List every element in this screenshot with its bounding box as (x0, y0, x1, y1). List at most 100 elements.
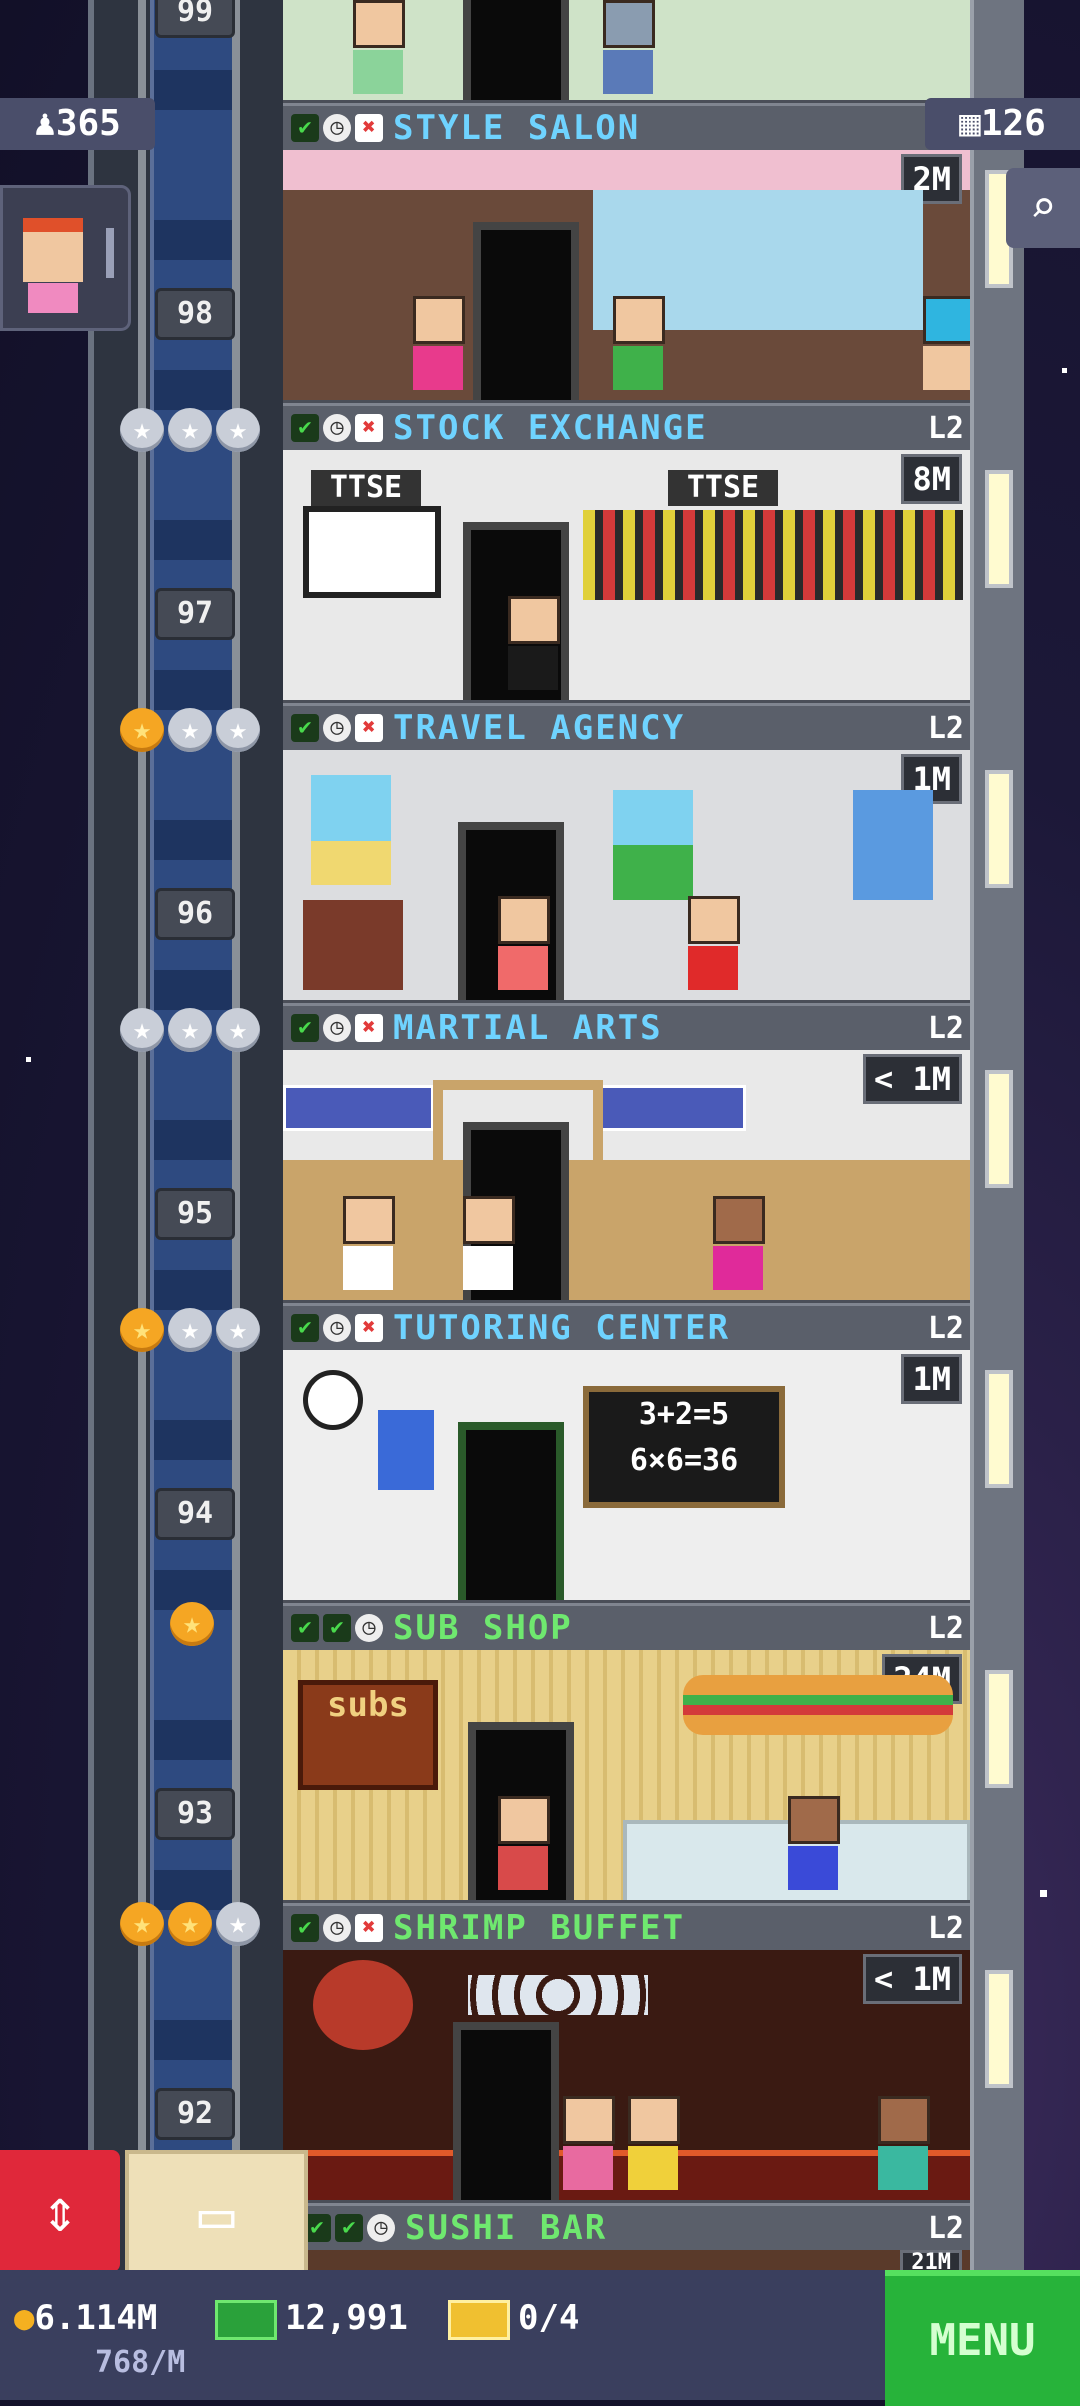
star-icon: ★ (120, 1308, 164, 1352)
clock-icon: ◷ (367, 2214, 395, 2242)
search-button[interactable]: ⌕ (1006, 168, 1080, 248)
floor-level: L2 (927, 710, 964, 746)
star-icon: ★ (170, 1602, 214, 1646)
floors-counter[interactable]: ▦126 (925, 98, 1080, 150)
floor-number: 92 (155, 2088, 235, 2140)
star-icon: ★ (120, 1008, 164, 1052)
star-icon: ★ (168, 708, 212, 752)
travel-poster (613, 790, 693, 900)
floor-level: L2 (927, 1310, 964, 1346)
chalkboard: 3+2=5 6×6=36 (583, 1386, 785, 1508)
floor-header-stock-exchange[interactable]: ✔ ◷ ✖ STOCK EXCHANGE L2 (283, 403, 970, 453)
clock-icon: ◷ (323, 114, 351, 142)
star-icon: ★ (168, 1008, 212, 1052)
floor-header-travel-agency[interactable]: ✔ ◷ ✖ TRAVEL AGENCY L2 (283, 703, 970, 753)
floor-name: MARTIAL ARTS (393, 1008, 663, 1048)
bridge-poster (853, 790, 933, 900)
elevator-rail-left (138, 0, 146, 2400)
clock-icon: ◷ (323, 1014, 351, 1042)
bux-value: 12,991 (285, 2298, 408, 2338)
box-icon: ▭ (198, 2180, 235, 2250)
floor-number: 99 (155, 0, 235, 38)
clock-icon: ◷ (355, 1614, 383, 1642)
floor-number: 96 (155, 888, 235, 940)
floor-level: L2 (927, 2210, 964, 2246)
check-icon: ✔ (291, 414, 319, 442)
floor-room-martial-arts[interactable]: < 1M (283, 1050, 970, 1300)
star-icon: ★ (216, 1902, 260, 1946)
star-icon: ★ (216, 1008, 260, 1052)
tickets-display[interactable]: 0/4 (448, 2298, 579, 2340)
floor-value-badge: 1M (901, 1354, 962, 1404)
floor-header-tutoring-center[interactable]: ✔ ◷ ✖ TUTORING CENTER L2 (283, 1303, 970, 1353)
floor-header-sub-shop[interactable]: ✔ ✔ ◷ SUB SHOP L2 (283, 1603, 970, 1653)
floor-header-shrimp-buffet[interactable]: ✔ ◷ ✖ SHRIMP BUFFET L2 (283, 1903, 970, 1953)
floor-level: L2 (927, 1910, 964, 1946)
plate-display (468, 1975, 648, 2015)
sky-star (26, 1057, 31, 1062)
floor-name: SUSHI BAR (405, 2208, 608, 2248)
floor-name: STYLE SALON (393, 108, 641, 148)
ttse-sign: TTSE (311, 470, 421, 506)
floor-level: L2 (927, 1610, 964, 1646)
check-icon: ✔ (291, 1314, 319, 1342)
floor-value-badge: 21M (900, 2250, 962, 2270)
floor-room-travel-agency[interactable]: 1M (283, 750, 970, 1000)
up-down-arrows-icon: ⇕ (41, 2176, 79, 2246)
clock-icon: ◷ (323, 1314, 351, 1342)
floor-name: TUTORING CENTER (393, 1308, 731, 1348)
floor-room-stock-exchange[interactable]: 8M TTSE TTSE (283, 450, 970, 700)
dojo-banner (595, 1085, 746, 1131)
person-icon: ♟ (34, 103, 56, 144)
floor-header-style-salon[interactable]: ✔ ◷ ✖ STYLE SALON (283, 103, 970, 153)
avatar-body (28, 283, 78, 313)
coins-display[interactable]: ●6.114M (14, 2298, 157, 2338)
brochure-shelf (303, 900, 403, 990)
floor-number: 97 (155, 588, 235, 640)
apple-poster (378, 1410, 434, 1490)
beach-poster (311, 775, 391, 885)
floor-header-sushi-bar[interactable]: ✔ ✔ ◷ SUSHI BAR L2 (283, 2203, 970, 2253)
floor-number: 93 (155, 1788, 235, 1840)
floor-value-badge: 8M (901, 454, 962, 504)
chalkboard-line: 3+2=5 (638, 1397, 730, 1432)
star-icon: ★ (168, 408, 212, 452)
population-value: 365 (55, 103, 121, 144)
floor-header-martial-arts[interactable]: ✔ ◷ ✖ MARTIAL ARTS L2 (283, 1003, 970, 1053)
star-icon: ★ (120, 408, 164, 452)
check-icon: ✔ (291, 1014, 319, 1042)
floor-name: STOCK EXCHANGE (393, 408, 708, 448)
floor-stars: ★ ★ ★ (120, 1308, 270, 1352)
sky-star (1062, 368, 1067, 373)
coins-value: 6.114M (34, 2298, 158, 2338)
sky-star (1040, 1890, 1047, 1897)
elevator-button[interactable]: ⇕ (0, 2150, 120, 2272)
floor-room-shrimp-buffet[interactable]: < 1M (283, 1950, 970, 2200)
star-icon: ★ (216, 708, 260, 752)
star-icon: ★ (168, 1308, 212, 1352)
bux-display[interactable]: 12,991 (215, 2298, 408, 2340)
floor-name: TRAVEL AGENCY (393, 708, 686, 748)
floor-level: L2 (927, 410, 964, 446)
coin-icon: ● (14, 2298, 35, 2338)
floor-room-99[interactable] (283, 0, 970, 100)
ttse-sign: TTSE (668, 470, 778, 506)
tower-window (985, 1370, 1013, 1488)
floor-room-sushi-bar[interactable]: 21M (283, 2250, 970, 2270)
stock-chart-screen (303, 506, 441, 598)
population-counter[interactable]: ♟365 (0, 98, 155, 150)
bitizen-avatar-button[interactable] (0, 185, 131, 331)
clock-icon: ◷ (323, 1914, 351, 1942)
building-icon: ▦ (959, 103, 981, 144)
tower-window (985, 1970, 1013, 2088)
menu-button[interactable]: MENU (885, 2270, 1080, 2406)
check-icon: ✔ (291, 1614, 319, 1642)
tower-window (985, 770, 1013, 888)
floor-stars: ★ ★ ★ (120, 408, 270, 452)
floor-room-style-salon[interactable]: 2M (283, 150, 970, 400)
floor-room-sub-shop[interactable]: 24M subs (283, 1650, 970, 1900)
floor-room-tutoring-center[interactable]: 1M 3+2=5 6×6=36 (283, 1350, 970, 1600)
build-box-button[interactable]: ▭ (125, 2150, 308, 2280)
floor-name: SUB SHOP (393, 1608, 573, 1648)
check-icon: ✔ (291, 714, 319, 742)
